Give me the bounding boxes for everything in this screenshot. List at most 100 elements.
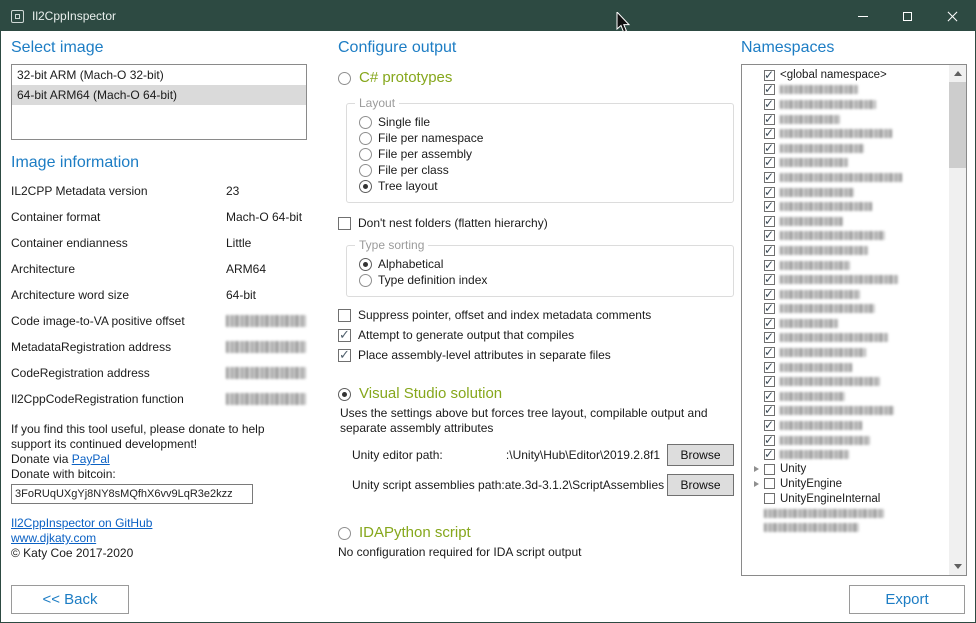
idapython-radio[interactable] — [338, 527, 351, 540]
namespace-checkbox[interactable] — [764, 362, 775, 373]
namespace-checkbox[interactable] — [764, 216, 775, 227]
namespace-row[interactable] — [742, 272, 966, 287]
namespace-checkbox[interactable] — [764, 493, 775, 504]
github-link[interactable]: Il2CppInspector on GitHub — [11, 516, 152, 530]
namespace-checkbox[interactable] — [764, 70, 775, 81]
type-sorting-option[interactable]: Type definition index — [359, 272, 723, 288]
namespace-row[interactable] — [742, 404, 966, 419]
namespace-checkbox[interactable] — [764, 289, 775, 300]
namespace-row[interactable] — [742, 112, 966, 127]
expander-icon[interactable] — [748, 466, 764, 472]
image-list-item[interactable]: 32-bit ARM (Mach-O 32-bit) — [12, 65, 306, 85]
layout-radio[interactable] — [359, 180, 372, 193]
namespace-row[interactable] — [742, 170, 966, 185]
namespace-row[interactable] — [742, 520, 966, 535]
layout-option[interactable]: Tree layout — [359, 178, 723, 194]
unity-editor-browse-button[interactable]: Browse — [667, 444, 734, 466]
namespace-checkbox[interactable] — [764, 303, 775, 314]
namespace-checkbox[interactable] — [764, 143, 775, 154]
layout-radio[interactable] — [359, 116, 372, 129]
namespace-checkbox[interactable] — [764, 114, 775, 125]
csharp-prototypes-option[interactable]: C# prototypes — [338, 69, 734, 87]
namespace-checkbox[interactable] — [764, 449, 775, 460]
output-checkbox-row[interactable]: Attempt to generate output that compiles — [338, 327, 734, 343]
layout-option[interactable]: File per namespace — [359, 130, 723, 146]
namespace-checkbox[interactable] — [764, 128, 775, 139]
type-sorting-option[interactable]: Alphabetical — [359, 256, 723, 272]
layout-radio[interactable] — [359, 132, 372, 145]
namespace-row[interactable] — [742, 141, 966, 156]
namespace-row[interactable] — [742, 83, 966, 98]
layout-option[interactable]: File per class — [359, 162, 723, 178]
scrollbar-thumb[interactable] — [949, 82, 966, 168]
namespace-checkbox[interactable] — [764, 172, 775, 183]
namespace-checkbox[interactable] — [764, 420, 775, 431]
namespace-checkbox[interactable] — [764, 99, 775, 110]
expander-icon[interactable] — [748, 481, 764, 487]
scrollbar-down-icon[interactable] — [949, 558, 966, 575]
namespace-row[interactable] — [742, 229, 966, 244]
namespace-checkbox[interactable] — [764, 435, 775, 446]
namespace-row[interactable]: UnityEngine — [742, 477, 966, 492]
namespace-row[interactable] — [742, 302, 966, 317]
namespace-checkbox[interactable] — [764, 230, 775, 241]
output-checkbox[interactable] — [338, 309, 351, 322]
close-button[interactable] — [930, 1, 975, 31]
namespace-checkbox[interactable] — [764, 405, 775, 416]
namespace-checkbox[interactable] — [764, 332, 775, 343]
idapython-option[interactable]: IDAPython script — [338, 524, 734, 542]
namespace-row[interactable] — [742, 506, 966, 521]
type-sorting-radio[interactable] — [359, 258, 372, 271]
paypal-link[interactable]: PayPal — [72, 452, 110, 466]
namespace-row[interactable]: <global namespace> — [742, 68, 966, 83]
namespace-row[interactable] — [742, 374, 966, 389]
namespace-checkbox[interactable] — [764, 157, 775, 168]
bitcoin-address-input[interactable] — [11, 484, 253, 504]
namespace-checkbox[interactable] — [764, 187, 775, 198]
layout-option[interactable]: Single file — [359, 114, 723, 130]
namespace-row[interactable] — [742, 97, 966, 112]
layout-radio[interactable] — [359, 164, 372, 177]
maximize-button[interactable] — [885, 1, 930, 31]
unity-script-browse-button[interactable]: Browse — [667, 474, 734, 496]
layout-option[interactable]: File per assembly — [359, 146, 723, 162]
namespaces-scrollbar[interactable] — [949, 65, 966, 575]
flatten-checkbox-row[interactable]: Don't nest folders (flatten hierarchy) — [338, 215, 734, 231]
image-list[interactable]: 32-bit ARM (Mach-O 32-bit)64-bit ARM64 (… — [11, 64, 307, 140]
layout-radio[interactable] — [359, 148, 372, 161]
namespace-checkbox[interactable] — [764, 478, 775, 489]
namespace-checkbox[interactable] — [764, 318, 775, 329]
namespace-row[interactable] — [742, 345, 966, 360]
output-checkbox-row[interactable]: Place assembly-level attributes in separ… — [338, 347, 734, 363]
namespace-row[interactable] — [742, 331, 966, 346]
unity-editor-path-value[interactable]: :\Unity\Hub\Editor\2019.2.8f1 — [443, 448, 667, 462]
namespace-row[interactable] — [742, 214, 966, 229]
namespace-row[interactable] — [742, 199, 966, 214]
image-list-item[interactable]: 64-bit ARM64 (Mach-O 64-bit) — [12, 85, 306, 105]
minimize-button[interactable] — [840, 1, 885, 31]
namespace-row[interactable] — [742, 316, 966, 331]
csharp-prototypes-radio[interactable] — [338, 72, 351, 85]
namespace-checkbox[interactable] — [764, 391, 775, 402]
namespace-checkbox[interactable] — [764, 347, 775, 358]
scrollbar-up-icon[interactable] — [949, 65, 966, 82]
output-checkbox-row[interactable]: Suppress pointer, offset and index metad… — [338, 307, 734, 323]
namespace-row[interactable] — [742, 156, 966, 171]
namespace-row[interactable] — [742, 185, 966, 200]
website-link[interactable]: www.djkaty.com — [11, 531, 96, 545]
namespace-row[interactable] — [742, 243, 966, 258]
namespace-checkbox[interactable] — [764, 274, 775, 285]
namespace-row[interactable]: UnityEngineInternal — [742, 491, 966, 506]
namespaces-list[interactable]: <global namespace>UnityUnityEngineUnityE… — [741, 64, 967, 576]
namespace-checkbox[interactable] — [764, 376, 775, 387]
namespace-row[interactable] — [742, 389, 966, 404]
output-checkbox[interactable] — [338, 349, 351, 362]
back-button[interactable]: << Back — [11, 585, 129, 614]
export-button[interactable]: Export — [849, 585, 965, 614]
namespace-row[interactable] — [742, 433, 966, 448]
namespace-row[interactable] — [742, 418, 966, 433]
namespace-checkbox[interactable] — [764, 245, 775, 256]
namespace-checkbox[interactable] — [764, 84, 775, 95]
namespace-row[interactable] — [742, 447, 966, 462]
namespace-row[interactable] — [742, 258, 966, 273]
